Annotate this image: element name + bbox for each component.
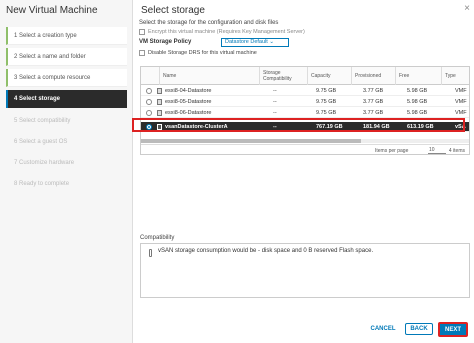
vm-storage-policy-label: VM Storage Policy <box>139 39 192 45</box>
column-capacity[interactable]: Capacity <box>307 67 351 85</box>
instruction-text: Select the storage for the configuration… <box>139 20 279 26</box>
cell-compat: -- <box>273 88 277 94</box>
step-select-guest-os: 6 Select a guest OS <box>14 139 68 145</box>
table-footer: Items per page 10 4 items <box>141 144 469 154</box>
cell-type: VMF <box>455 110 467 116</box>
column-storage-compatibility[interactable]: Storage Compatibility <box>259 67 307 85</box>
row-radio[interactable] <box>146 110 152 116</box>
scrollbar-thumb[interactable] <box>141 139 361 143</box>
cancel-button[interactable]: CANCEL <box>369 323 397 335</box>
row-radio[interactable] <box>146 88 152 94</box>
next-button[interactable]: NEXT <box>438 322 468 337</box>
info-icon <box>149 249 152 257</box>
table-row[interactable]: esxi8-05-Datastore -- 9.75 GB 3.77 GB 5.… <box>141 97 469 107</box>
cell-capacity: 9.75 GB <box>316 88 337 94</box>
encrypt-vm-checkbox <box>139 29 145 35</box>
disable-drs-checkbox-row[interactable]: Disable Storage DRS for this virtual mac… <box>139 50 257 56</box>
vm-storage-policy-select[interactable]: Datastore Default ⌄ <box>221 38 289 47</box>
datastore-icon <box>157 99 162 105</box>
step-ready-to-complete: 8 Ready to complete <box>14 181 70 187</box>
wizard-sidebar: New Virtual Machine 1 Select a creation … <box>0 0 133 343</box>
encrypt-vm-label: Encrypt this virtual machine (Requires K… <box>148 29 305 35</box>
table-row[interactable]: esxi8-04-Datastore -- 9.75 GB 3.77 GB 5.… <box>141 86 469 96</box>
compatibility-label: Compatibility <box>140 235 175 241</box>
datastore-icon <box>157 110 162 116</box>
cell-name: esxi8-05-Datastore <box>165 99 212 105</box>
cell-provisioned: 3.77 GB <box>363 88 384 94</box>
compatibility-message: vSAN storage consumption would be - disk… <box>158 248 374 254</box>
close-icon[interactable]: × <box>464 3 470 14</box>
datastore-icon <box>157 88 162 94</box>
cell-provisioned: 3.77 GB <box>363 110 384 116</box>
step-select-storage[interactable]: 4 Select storage <box>6 90 127 108</box>
items-per-page-select[interactable]: 10 <box>428 147 446 154</box>
column-name[interactable]: Name <box>159 67 259 85</box>
cell-compat: -- <box>273 110 277 116</box>
cell-name: esxi8-04-Datastore <box>165 88 212 94</box>
step-select-compatibility: 5 Select compatibility <box>14 118 71 124</box>
column-free[interactable]: Free <box>395 67 441 85</box>
row-radio[interactable] <box>146 99 152 105</box>
table-row[interactable]: esxi8-06-Datastore -- 9.75 GB 3.77 GB 5.… <box>141 108 469 118</box>
back-button[interactable]: BACK <box>405 323 433 335</box>
column-provisioned[interactable]: Provisioned <box>351 67 395 85</box>
step-select-creation-type[interactable]: 1 Select a creation type <box>6 27 127 45</box>
cell-free: 5.98 GB <box>407 99 428 105</box>
cell-capacity: 9.75 GB <box>316 110 337 116</box>
step-customize-hardware: 7 Customize hardware <box>14 160 75 166</box>
cell-capacity: 9.75 GB <box>316 99 337 105</box>
cell-free: 5.98 GB <box>407 110 428 116</box>
encrypt-vm-checkbox-row: Encrypt this virtual machine (Requires K… <box>139 29 305 35</box>
chevron-down-icon: ⌄ <box>269 39 274 45</box>
datastore-table: Name Storage Compatibility Capacity Prov… <box>140 66 470 155</box>
column-type[interactable]: Type <box>441 67 469 85</box>
compatibility-panel: vSAN storage consumption would be - disk… <box>140 243 470 298</box>
step-select-compute-resource[interactable]: 3 Select a compute resource <box>6 69 127 87</box>
step-select-name-folder[interactable]: 2 Select a name and folder <box>6 48 127 66</box>
disable-drs-checkbox[interactable] <box>139 50 145 56</box>
selected-row-highlight <box>132 118 465 132</box>
items-count: 4 items <box>448 148 465 154</box>
cell-free: 5.98 GB <box>407 88 428 94</box>
policy-value: Datastore Default <box>225 39 268 45</box>
cell-provisioned: 3.77 GB <box>363 99 384 105</box>
page-title: Select storage <box>141 5 205 16</box>
main-panel: Select storage × Select the storage for … <box>133 0 474 343</box>
table-header: Name Storage Compatibility Capacity Prov… <box>141 67 469 85</box>
disable-drs-label: Disable Storage DRS for this virtual mac… <box>148 50 257 56</box>
cell-type: VMF <box>455 99 467 105</box>
cell-type: VMF <box>455 88 467 94</box>
wizard-title: New Virtual Machine <box>6 5 98 16</box>
cell-name: esxi8-06-Datastore <box>165 110 212 116</box>
cell-compat: -- <box>273 99 277 105</box>
horizontal-scrollbar[interactable] <box>141 139 469 143</box>
items-per-page-label: Items per page <box>375 148 409 154</box>
